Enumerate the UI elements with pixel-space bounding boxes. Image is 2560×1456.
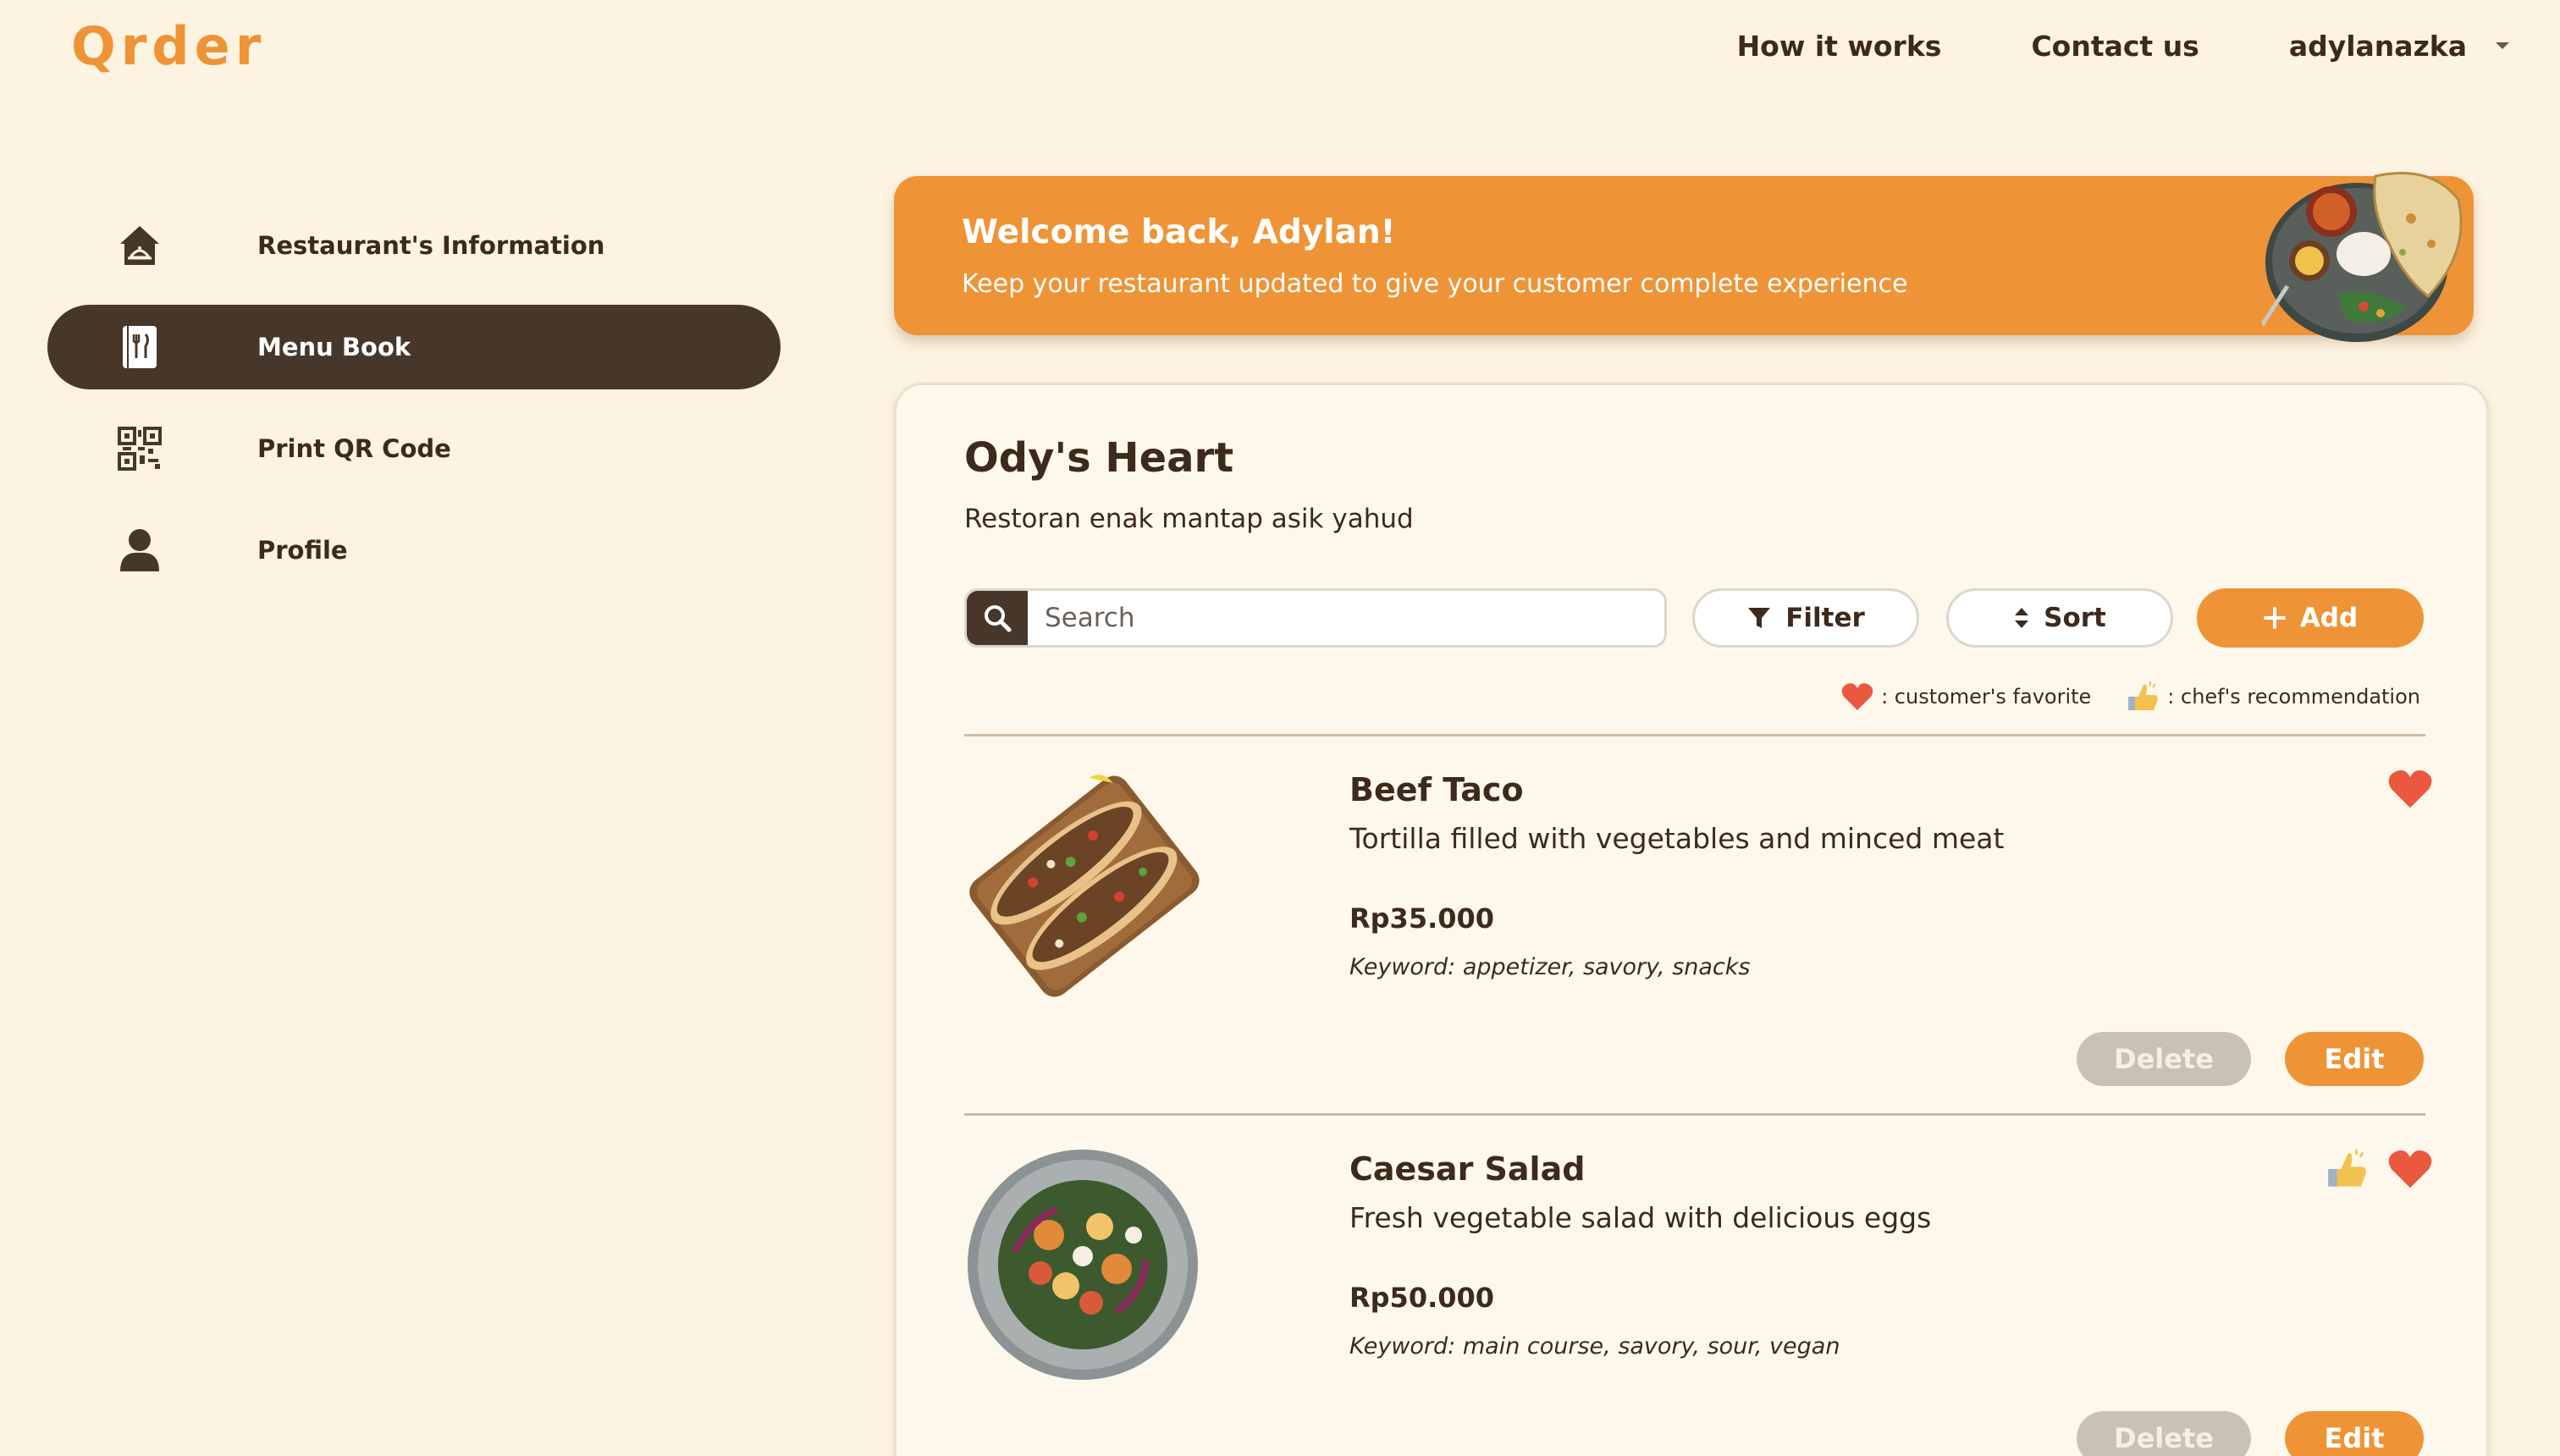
item-name: Beef Taco <box>1349 771 1524 808</box>
search-icon <box>985 605 1012 632</box>
delete-button[interactable]: Delete <box>2077 1411 2251 1456</box>
user-menu[interactable]: adylanazka <box>2289 30 2509 63</box>
beef-taco-image <box>969 775 1200 997</box>
legend-recommendation-label: : chef's recommendation <box>2167 685 2420 709</box>
item-description: Tortilla filled with vegetables and minc… <box>1349 822 2005 855</box>
restaurant-description: Restoran enak mantap asik yahud <box>964 504 1414 534</box>
add-menu-button[interactable]: Add <box>2197 588 2424 648</box>
food-platter-image <box>2262 172 2463 342</box>
top-navigation: How it works Contact us adylanazka <box>1647 25 2509 66</box>
restaurant-name: Ody's Heart <box>964 434 1234 482</box>
item-price: Rp35.000 <box>1349 902 1495 935</box>
sidebar-item-label: Menu Book <box>257 333 411 361</box>
sort-button[interactable]: Sort <box>1946 588 2173 648</box>
item-badges <box>2307 1147 2434 1191</box>
search-input[interactable] <box>1045 603 1664 633</box>
sidebar-item-label: Restaurant's Information <box>257 231 605 260</box>
sidebar-item-label: Profile <box>257 536 348 565</box>
search-bar <box>964 588 1667 648</box>
sidebar-item-profile[interactable]: Profile <box>47 508 781 593</box>
menu-book-icon <box>117 324 163 370</box>
home-icon <box>117 223 163 268</box>
sidebar-item-menu-book[interactable]: Menu Book <box>47 305 781 389</box>
menu-item: Caesar Salad Fresh vegetable salad with … <box>964 1117 2432 1456</box>
divider <box>964 734 2425 736</box>
nav-contact-us[interactable]: Contact us <box>2031 30 2199 63</box>
search-button[interactable] <box>967 591 1028 645</box>
chevron-down-icon[interactable] <box>2496 42 2509 49</box>
sidebar-item-restaurant-info[interactable]: Restaurant's Information <box>47 203 781 288</box>
app-logo[interactable]: Qrder <box>71 15 266 77</box>
item-keywords: Keyword: main course, savory, sour, vega… <box>1349 1333 1840 1359</box>
sidebar-item-label: Print QR Code <box>257 434 451 463</box>
add-label: Add <box>2299 603 2359 633</box>
sort-icon <box>2015 608 2029 628</box>
plus-icon <box>2263 607 2286 629</box>
filter-button[interactable]: Filter <box>1692 588 1919 648</box>
item-price: Rp50.000 <box>1349 1282 1495 1314</box>
sort-label: Sort <box>2044 603 2106 633</box>
divider <box>964 1113 2425 1116</box>
user-icon <box>117 527 163 573</box>
caesar-salad-image <box>968 1150 1198 1380</box>
item-badges <box>2370 768 2434 810</box>
username: adylanazka <box>2288 29 2467 63</box>
heart-icon <box>2388 770 2432 808</box>
item-keywords: Keyword: appetizer, savory, snacks <box>1349 954 1751 980</box>
icon-legend: : customer's favorite : chef's recommend… <box>1840 680 2420 714</box>
heart-icon <box>2388 1150 2432 1189</box>
edit-button[interactable]: Edit <box>2285 1032 2424 1086</box>
sidebar-item-print-qr[interactable]: Print QR Code <box>47 406 781 491</box>
banner-title: Welcome back, Adylan! <box>962 213 1396 251</box>
nav-how-it-works[interactable]: How it works <box>1737 30 1942 63</box>
thumbs-up-icon <box>2125 680 2160 714</box>
banner-subtitle: Keep your restaurant updated to give you… <box>962 269 1908 299</box>
legend-favorite-label: : customer's favorite <box>1881 685 2092 709</box>
thumbs-up-icon <box>2328 1149 2366 1187</box>
menu-panel: Ody's Heart Restoran enak mantap asik ya… <box>894 383 2489 1456</box>
menu-item: Beef Taco Tortilla filled with vegetable… <box>964 737 2432 1110</box>
sidebar: Restaurant's Information Menu Book Print… <box>47 203 781 609</box>
delete-button[interactable]: Delete <box>2077 1032 2251 1086</box>
filter-label: Filter <box>1785 603 1865 633</box>
heart-icon <box>1840 681 1874 712</box>
item-description: Fresh vegetable salad with delicious egg… <box>1349 1201 1932 1234</box>
welcome-banner: Welcome back, Adylan! Keep your restaura… <box>894 176 2474 335</box>
edit-button[interactable]: Edit <box>2285 1411 2424 1456</box>
item-name: Caesar Salad <box>1349 1150 1586 1188</box>
qr-code-icon <box>117 426 163 472</box>
filter-icon <box>1748 608 1771 628</box>
